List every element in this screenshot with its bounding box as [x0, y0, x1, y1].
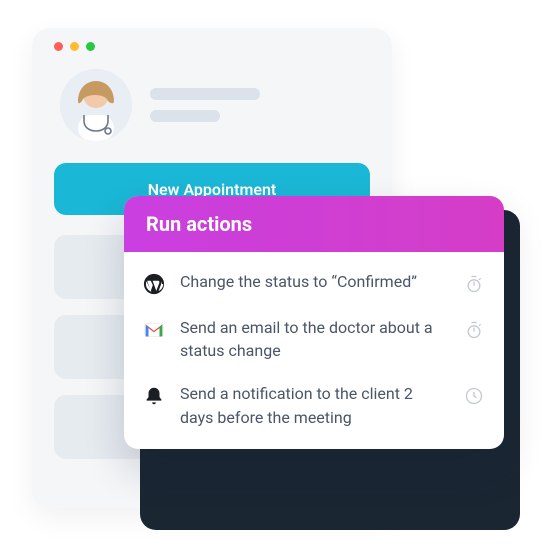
- profile-header: [60, 69, 364, 141]
- window-zoom-dot[interactable]: [86, 42, 95, 51]
- run-actions-header: Run actions: [124, 196, 504, 252]
- avatar: [60, 69, 132, 141]
- action-row[interactable]: Send a notification to the client 2 days…: [142, 382, 486, 428]
- action-row[interactable]: Send an email to the doctor about a stat…: [142, 316, 486, 362]
- clock-icon: [462, 384, 486, 408]
- doctor-avatar-icon: [60, 69, 132, 141]
- profile-name-placeholder: [150, 88, 260, 122]
- skeleton-line: [150, 110, 220, 122]
- window-close-dot[interactable]: [54, 42, 63, 51]
- run-actions-card: Run actions Change the status to “Confir…: [124, 196, 504, 449]
- bell-icon: [142, 384, 166, 408]
- skeleton-line: [150, 88, 260, 100]
- timer-icon: [462, 318, 486, 342]
- wordpress-icon: [142, 272, 166, 296]
- action-text: Send a notification to the client 2 days…: [180, 382, 448, 428]
- action-row[interactable]: Change the status to “Confirmed”: [142, 270, 486, 296]
- action-text: Send an email to the doctor about a stat…: [180, 316, 448, 362]
- timer-icon: [462, 272, 486, 296]
- action-text: Change the status to “Confirmed”: [180, 270, 448, 293]
- window-controls: [54, 42, 370, 51]
- window-minimize-dot[interactable]: [70, 42, 79, 51]
- run-actions-title: Run actions: [146, 212, 252, 236]
- gmail-icon: [142, 318, 166, 342]
- run-actions-body: Change the status to “Confirmed” Send an…: [124, 252, 504, 449]
